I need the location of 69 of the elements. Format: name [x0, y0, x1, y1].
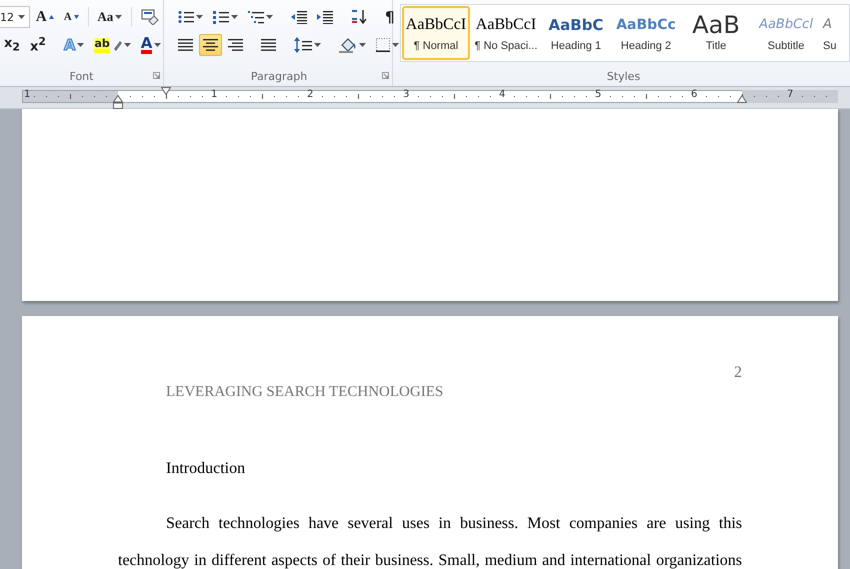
style-item[interactable]: A Su — [822, 6, 840, 60]
sort-icon — [351, 9, 367, 25]
style-item[interactable]: AaBbCcI ¶ Normal — [402, 6, 470, 60]
style-preview: AaBbC — [548, 15, 604, 36]
align-center-button[interactable] — [199, 34, 222, 56]
ruler-number: 5 — [595, 89, 602, 100]
style-item[interactable]: AaBbCc Heading 2 — [612, 6, 680, 60]
launcher-icon — [153, 72, 160, 79]
pen-icon — [112, 39, 122, 51]
align-right-icon — [228, 39, 243, 51]
group-label: Font — [70, 70, 94, 82]
style-preview: A — [823, 16, 832, 34]
numbered-list-icon — [213, 10, 229, 24]
align-center-icon — [203, 39, 218, 51]
subscript-button[interactable]: x$_{2}$ — [0, 34, 24, 56]
change-case-button[interactable]: Aa — [93, 6, 126, 28]
ruler-number: 7 — [787, 89, 794, 100]
style-preview: AaBbCc — [616, 16, 676, 35]
ruler-number: 6 — [691, 89, 698, 100]
shrink-font-button[interactable]: A — [60, 6, 83, 28]
font-size-field[interactable]: 12 — [0, 6, 30, 28]
section-heading: Introduction — [166, 460, 246, 478]
right-indent-marker — [737, 95, 747, 103]
ruler-number: 4 — [499, 89, 506, 100]
ruler-number: 1 — [24, 89, 30, 100]
style-name: Heading 1 — [550, 40, 602, 52]
style-name: ¶ No Spaci... — [474, 40, 538, 52]
style-item[interactable]: AaBbC Heading 1 — [542, 6, 610, 60]
ruler-number: 3 — [403, 89, 410, 100]
page-number: 2 — [734, 364, 742, 382]
paint-bucket-icon — [339, 37, 357, 53]
ruler-number: 1 — [211, 89, 218, 100]
style-preview: AaBbCcl — [759, 16, 813, 34]
eraser-icon — [141, 9, 160, 25]
increase-indent-icon — [317, 10, 333, 24]
style-preview: AaBbCcI — [476, 15, 536, 35]
style-name: Title — [706, 40, 726, 52]
ruler[interactable] — [22, 90, 838, 103]
style-item[interactable]: AaBbCcl Subtitle — [752, 6, 820, 60]
line-spacing-icon — [294, 37, 312, 53]
style-preview: AaBbCcI — [406, 15, 466, 35]
pilcrow-button[interactable]: ¶ — [381, 6, 399, 28]
border-grid-icon — [376, 38, 390, 52]
dialog-launcher-button[interactable] — [382, 72, 389, 79]
ruler-number: 2 — [307, 89, 314, 100]
style-name: Heading 2 — [620, 40, 672, 52]
running-head: LEVERAGING SEARCH TECHNOLOGIES — [166, 384, 444, 401]
style-item[interactable]: AaB Title — [682, 6, 750, 60]
group-label: Styles — [606, 70, 640, 82]
style-preview: AaB — [692, 14, 740, 36]
justify-icon — [261, 39, 276, 51]
launcher-icon — [382, 72, 389, 79]
font-color-button[interactable]: A — [136, 34, 166, 56]
style-item[interactable]: AaBbCcI ¶ No Spaci... — [472, 6, 540, 60]
up-arrow-icon — [48, 15, 54, 19]
highlight-button[interactable]: ab — [90, 34, 135, 56]
align-left-icon — [178, 39, 193, 51]
grow-font-button[interactable]: A — [32, 6, 58, 28]
style-name: Su — [823, 40, 836, 52]
down-arrow-icon — [74, 15, 79, 19]
style-name: Subtitle — [768, 40, 804, 52]
multilevel-list-icon — [248, 10, 264, 24]
decrease-indent-icon — [291, 10, 307, 24]
superscript-button[interactable]: x$^{2}$ — [26, 34, 50, 56]
bullet-list-icon — [178, 10, 194, 24]
dialog-launcher-button[interactable] — [153, 72, 160, 79]
style-name: ¶ Normal — [414, 40, 458, 52]
body-paragraph: Search technologies have several uses in business. Most companies are using this technology in different aspects of their business. Small, medium and international organizations — [118, 514, 742, 569]
group-label: Paragraph — [250, 70, 308, 82]
